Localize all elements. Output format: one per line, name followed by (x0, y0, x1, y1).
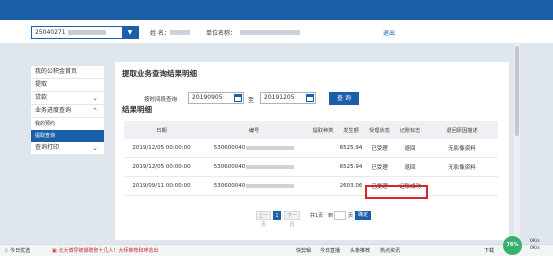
goto-page-input[interactable] (334, 211, 346, 220)
cell-status: 已受理 (371, 146, 388, 152)
cell-amount: 2603.06 (339, 183, 363, 189)
chevron-down-icon: ⌄ (92, 94, 98, 102)
cell-flag: 退回 (404, 165, 416, 171)
cell-date: 2019/12/05 00:00:00 (132, 145, 191, 151)
cell-id: 530600040 (199, 139, 309, 157)
statusbar-item-clip[interactable]: 快剪辑 (296, 247, 311, 254)
sidebar-item-loan[interactable]: 贷款 ⌄ (31, 92, 104, 105)
statusbar-item-headline[interactable]: 头条推荐 (350, 247, 370, 254)
table-header: 日期 编号 提取种类 发生额 受理状态 记账标志 退回原因描述 (124, 121, 498, 139)
end-date-value: 20191205 (264, 94, 295, 101)
sidebar: 我的公积金首页 提取 贷款 ⌄ 业务进度查询 ⌃ 我的预约 提取查询 查询打印 ⌄ (31, 66, 104, 155)
chevron-down-icon[interactable]: ▼ (122, 27, 138, 38)
sidebar-subitem-appointment[interactable]: 我的预约 (31, 118, 104, 130)
speed-up: 0K/s (530, 239, 540, 244)
top-banner (0, 0, 553, 20)
sidebar-item-print[interactable]: 查询打印 ⌄ (31, 142, 104, 155)
cell-reason: 无影像资料 (448, 146, 476, 152)
cell-kind (309, 177, 337, 195)
cell-id: 530600040 (199, 177, 309, 195)
statusbar-item-live[interactable]: 今日直播 (320, 247, 340, 254)
speed-down: 0K/s (530, 246, 540, 251)
to-label: 至 (248, 97, 255, 104)
cell-amount: 6525.94 (339, 145, 363, 151)
header-id: 编号 (248, 127, 260, 134)
news-ticker[interactable]: ▣ 北大博导被爆聘娶十几人！大师推荐和珅逃出 (52, 247, 158, 254)
next-page-button[interactable]: 下一页 (284, 211, 300, 228)
date-range-label: 按时间段查询 (144, 97, 178, 103)
total-pages-text: 共1页 (310, 213, 324, 219)
goto-confirm-button[interactable]: 确定 (355, 211, 371, 220)
section-title: 结果明细 (122, 105, 152, 114)
account-select[interactable]: 25040271 ▼ (31, 26, 139, 39)
page-number-button[interactable]: 1 (273, 211, 281, 220)
chevron-up-icon: ⌃ (92, 107, 98, 115)
news-icon: ▣ (52, 248, 57, 254)
cell-date: 2019/12/05 00:00:00 (132, 164, 191, 170)
goto-label: 到 (328, 213, 334, 219)
unit-label: 单位名称： (206, 30, 237, 37)
start-date-input[interactable]: 20190905 (188, 92, 244, 104)
header-status: 受理状态 (369, 127, 390, 134)
account-value: 25040271 (35, 29, 106, 36)
table-row: 2019/12/05 00:00:00 530600040 6525.94 已受… (124, 158, 498, 177)
header-amount: 发生额 (343, 127, 359, 134)
prev-page-button[interactable]: 上一页 (256, 211, 271, 228)
sidebar-subitem-withdraw-query[interactable]: 提取查询 (31, 130, 104, 142)
calendar-icon[interactable] (234, 94, 242, 102)
calendar-icon[interactable] (306, 94, 314, 102)
fav-label[interactable]: ☆ 今日优选 (4, 247, 30, 254)
name-label: 姓 名： (150, 30, 170, 37)
start-date-value: 20190905 (192, 94, 223, 101)
table-row: 2019/09/11 00:00:00 530600040 2603.06 已受… (124, 177, 498, 196)
sidebar-item-withdraw[interactable]: 提取 (31, 79, 104, 92)
performance-gauge[interactable]: 76% (503, 236, 522, 255)
vertical-scrollbar[interactable] (514, 44, 520, 244)
network-speed: 0K/s 0K/s (530, 238, 540, 252)
cell-kind (309, 139, 337, 157)
cell-kind (309, 158, 337, 176)
highlight-box (365, 185, 428, 199)
header-kind: 提取种类 (312, 127, 334, 134)
end-date-input[interactable]: 20191205 (260, 92, 316, 104)
header-date: 日期 (156, 127, 167, 134)
cell-status: 已受理 (371, 165, 388, 171)
cell-date: 2019/09/11 00:00:00 (132, 183, 191, 189)
cell-reason (426, 177, 498, 195)
name-value-redacted (170, 30, 190, 35)
page-unit-label: 页 (348, 213, 354, 219)
statusbar-item-hot[interactable]: 热点资讯 (380, 247, 400, 254)
browser-status-bar: ☆ 今日优选 ▣ 北大博导被爆聘娶十几人！大师推荐和珅逃出 快剪辑 今日直播 头… (0, 244, 553, 256)
scrollbar-thumb[interactable] (515, 46, 519, 136)
page-title: 提取业务查询结果明细 (122, 69, 197, 78)
header-reason: 退回原因描述 (446, 127, 478, 134)
cell-flag: 退回 (404, 146, 416, 152)
header-flag: 记账标志 (399, 127, 421, 134)
cell-id: 530600040 (199, 158, 309, 176)
unit-value-redacted (240, 30, 300, 35)
cell-amount: 6525.94 (339, 164, 363, 170)
results-table: 日期 编号 提取种类 发生额 受理状态 记账标志 退回原因描述 2019/12/… (124, 121, 498, 196)
logout-link[interactable]: 退出 (383, 28, 395, 37)
table-row: 2019/12/05 00:00:00 530600040 6525.94 已受… (124, 139, 498, 158)
query-button[interactable]: 查 询 (329, 92, 359, 105)
cell-reason: 无影像资料 (448, 165, 476, 171)
chevron-down-icon: ⌄ (92, 144, 98, 152)
sidebar-item-progress[interactable]: 业务进度查询 ⌃ (31, 105, 104, 118)
statusbar-item-download[interactable]: 下载 (484, 247, 494, 254)
sidebar-item-home[interactable]: 我的公积金首页 (31, 66, 104, 79)
